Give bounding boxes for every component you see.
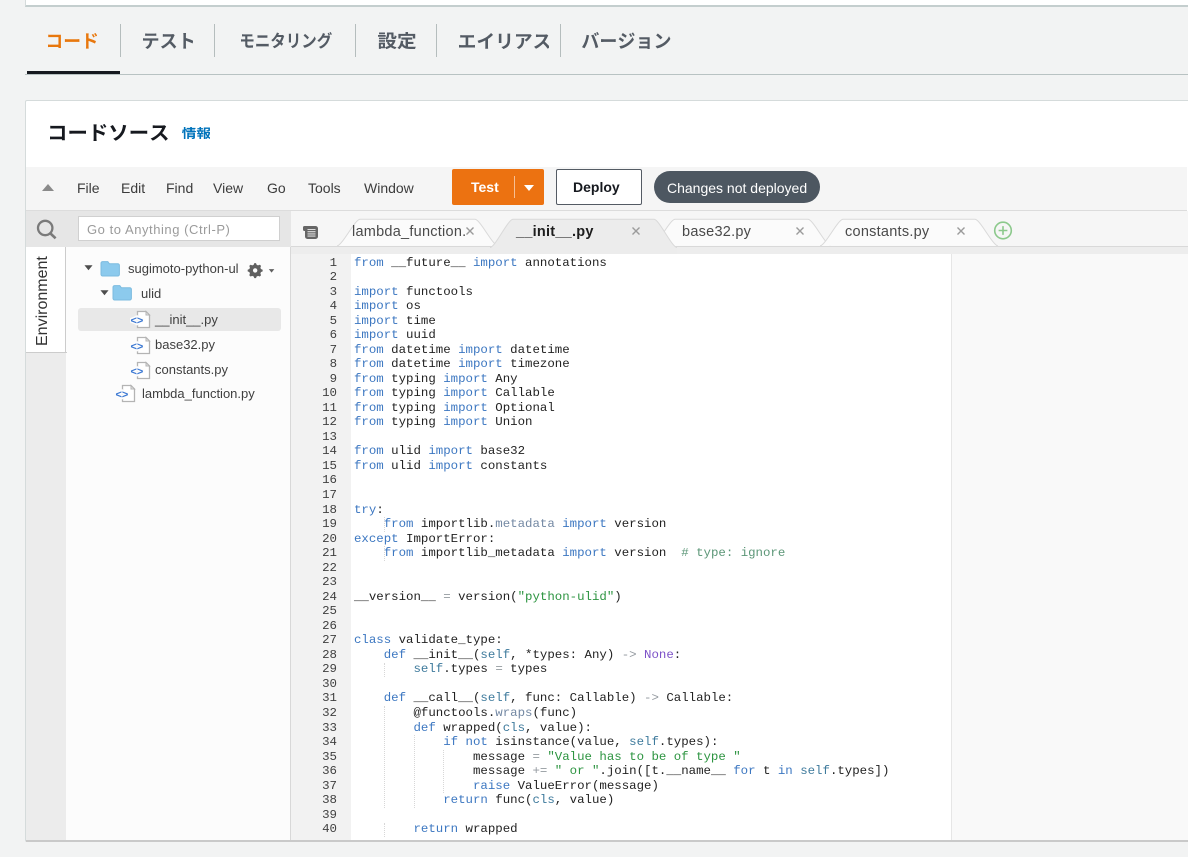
svg-text:<>: <> <box>131 366 144 378</box>
svg-text:<>: <> <box>116 389 129 401</box>
svg-text:<>: <> <box>131 315 144 327</box>
svg-text:<>: <> <box>131 341 144 353</box>
